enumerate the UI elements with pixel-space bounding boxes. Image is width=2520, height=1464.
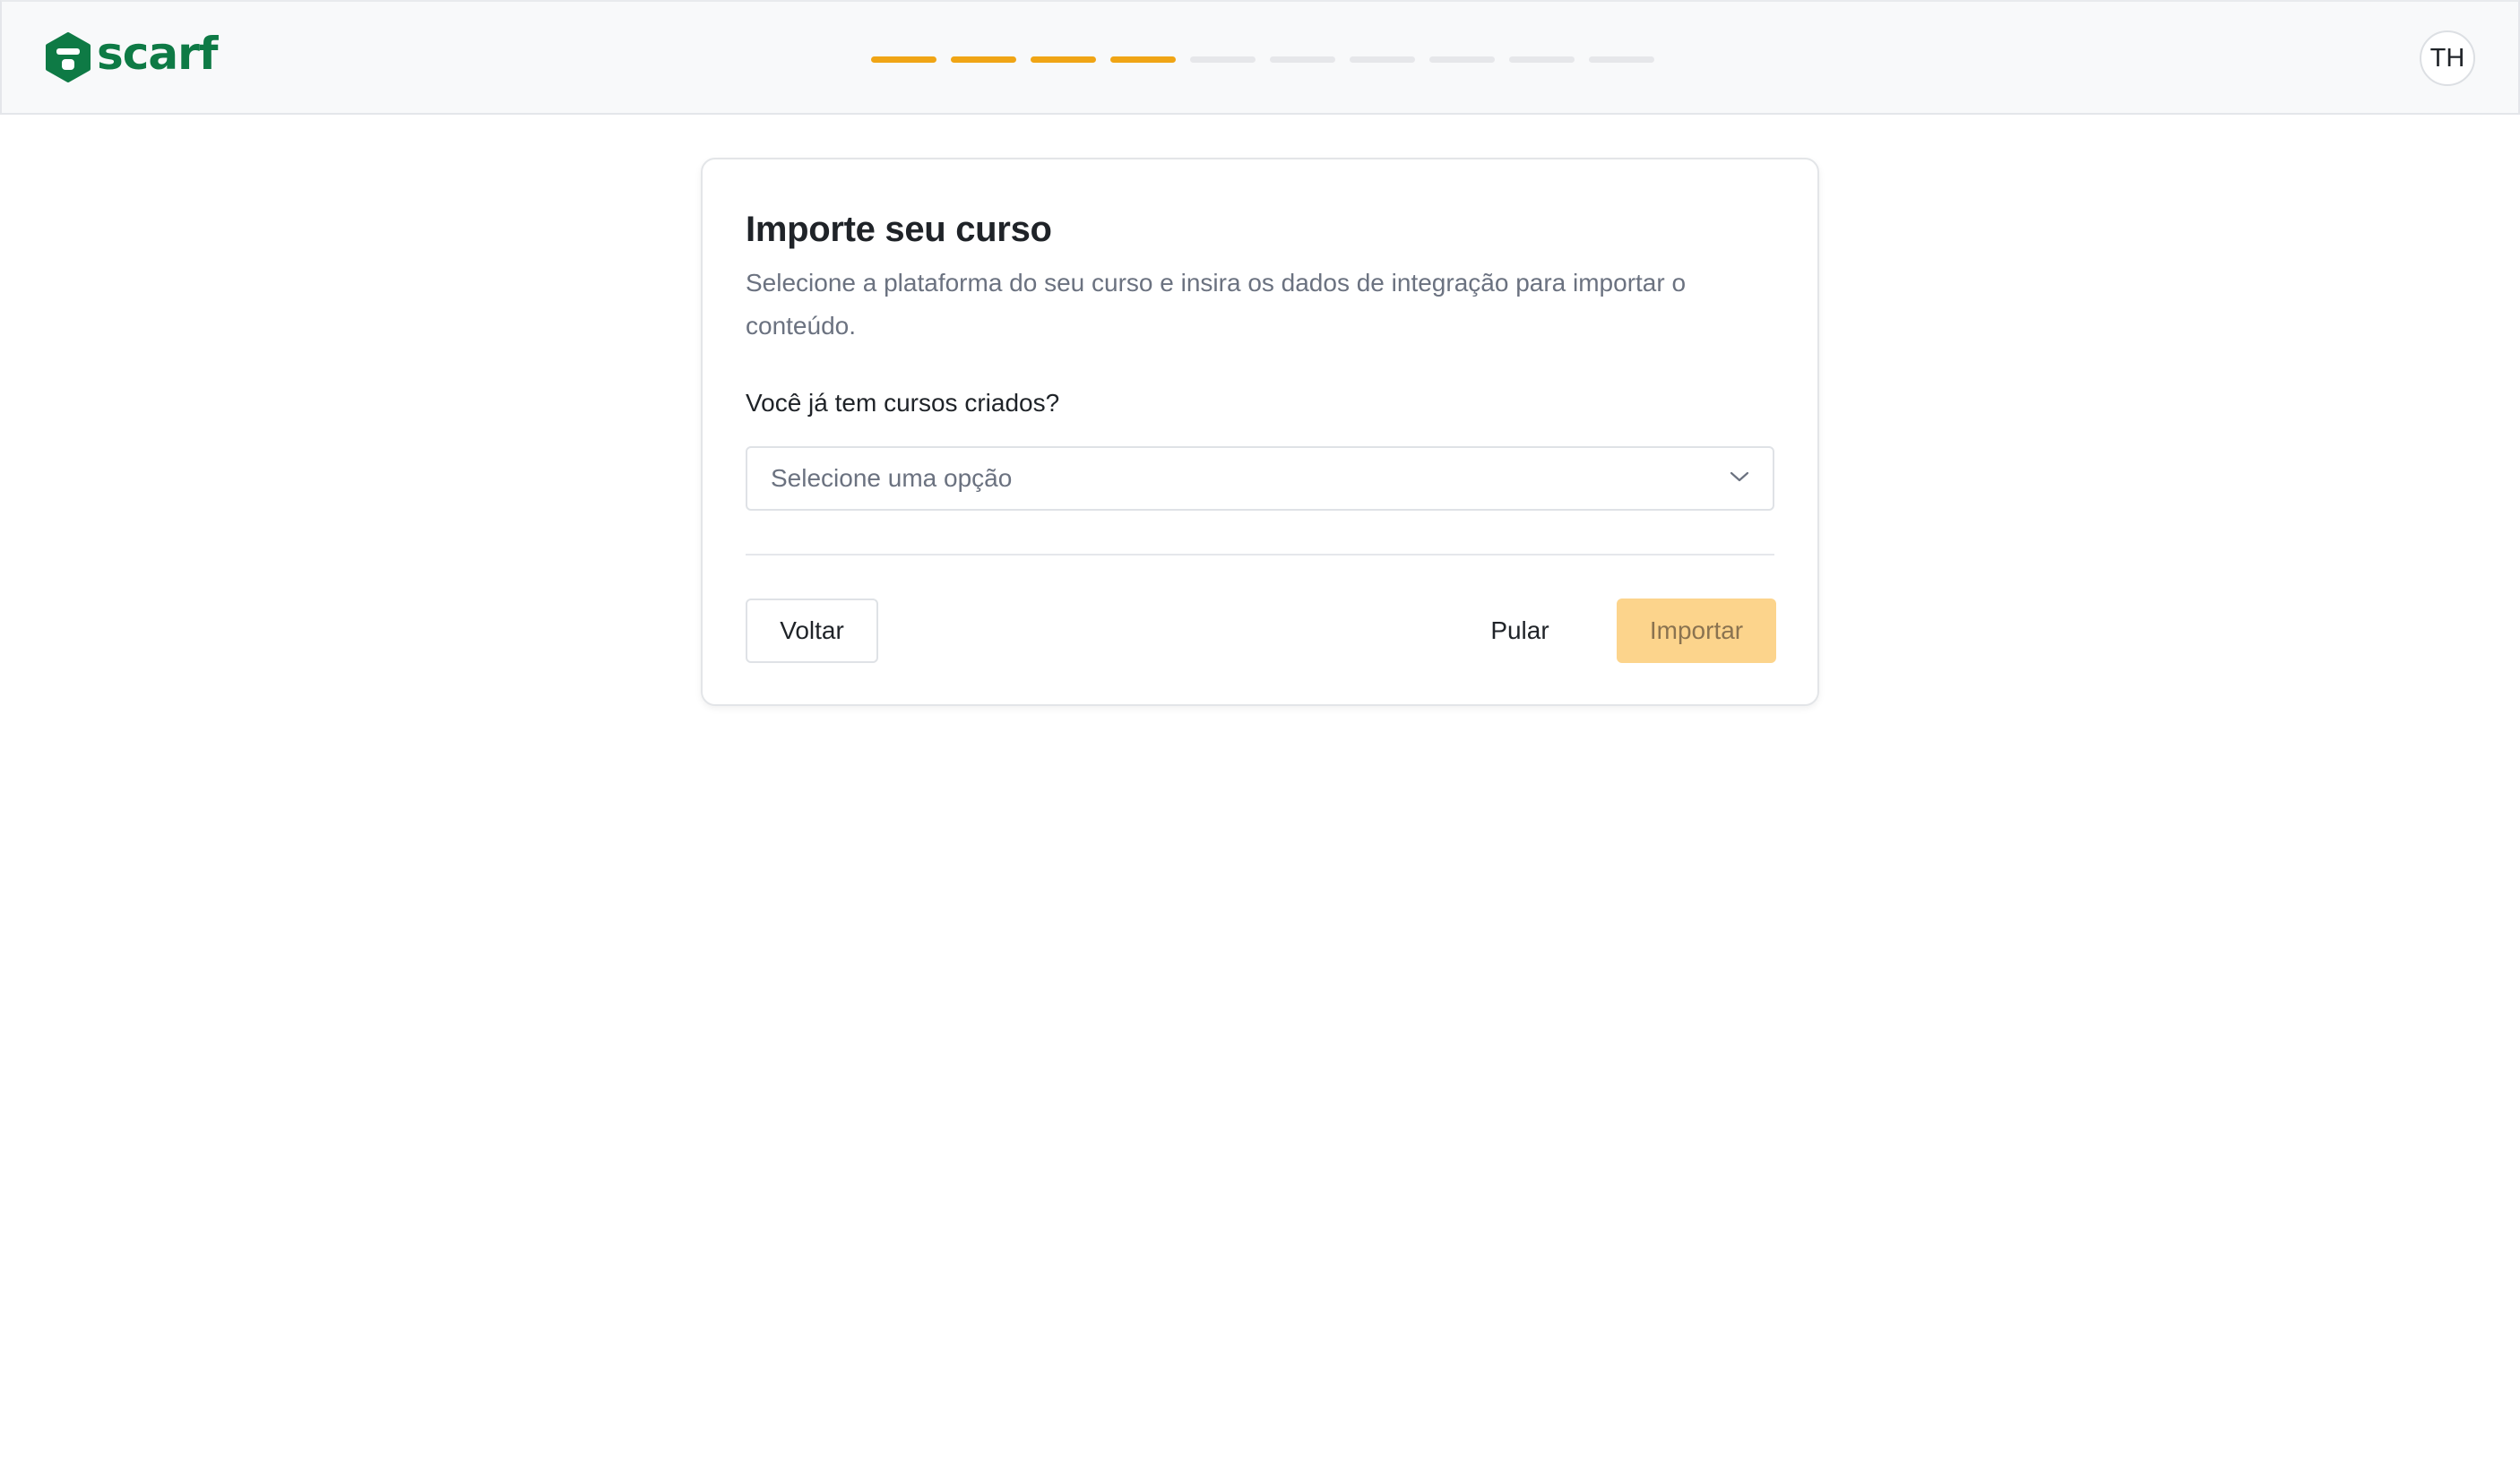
existing-courses-question-label: Você já tem cursos criados? bbox=[746, 389, 1060, 417]
chevron-down-icon bbox=[1730, 470, 1749, 487]
progress-step-1 bbox=[871, 56, 936, 63]
top-bar: scarf TH bbox=[0, 0, 2520, 115]
progress-step-7 bbox=[1350, 56, 1415, 63]
scarf-hexagon-logo-icon bbox=[45, 32, 91, 82]
progress-step-8 bbox=[1429, 56, 1495, 63]
logo-wordmark: scarf bbox=[97, 28, 219, 80]
page-subtitle: Selecione a plataforma do seu curso e in… bbox=[746, 269, 1687, 340]
divider bbox=[746, 554, 1774, 555]
user-avatar[interactable]: TH bbox=[2420, 30, 2475, 86]
import-course-card: Importe seu curso Selecione a plataforma… bbox=[701, 158, 1819, 706]
progress-step-9 bbox=[1509, 56, 1575, 63]
progress-step-4 bbox=[1110, 56, 1176, 63]
back-button[interactable]: Voltar bbox=[746, 599, 878, 663]
page-title: Importe seu curso bbox=[746, 210, 1052, 249]
scarf-logo[interactable]: scarf bbox=[45, 28, 219, 84]
import-button[interactable]: Importar bbox=[1617, 599, 1776, 663]
onboarding-progress bbox=[871, 56, 1654, 63]
progress-step-6 bbox=[1270, 56, 1335, 63]
progress-step-5 bbox=[1190, 56, 1256, 63]
progress-step-3 bbox=[1031, 56, 1096, 63]
existing-courses-select[interactable]: Selecione uma opção bbox=[746, 446, 1774, 511]
progress-step-2 bbox=[951, 56, 1016, 63]
skip-button[interactable]: Pular bbox=[1466, 599, 1574, 663]
progress-step-10 bbox=[1589, 56, 1654, 63]
select-placeholder: Selecione uma opção bbox=[771, 464, 1013, 492]
